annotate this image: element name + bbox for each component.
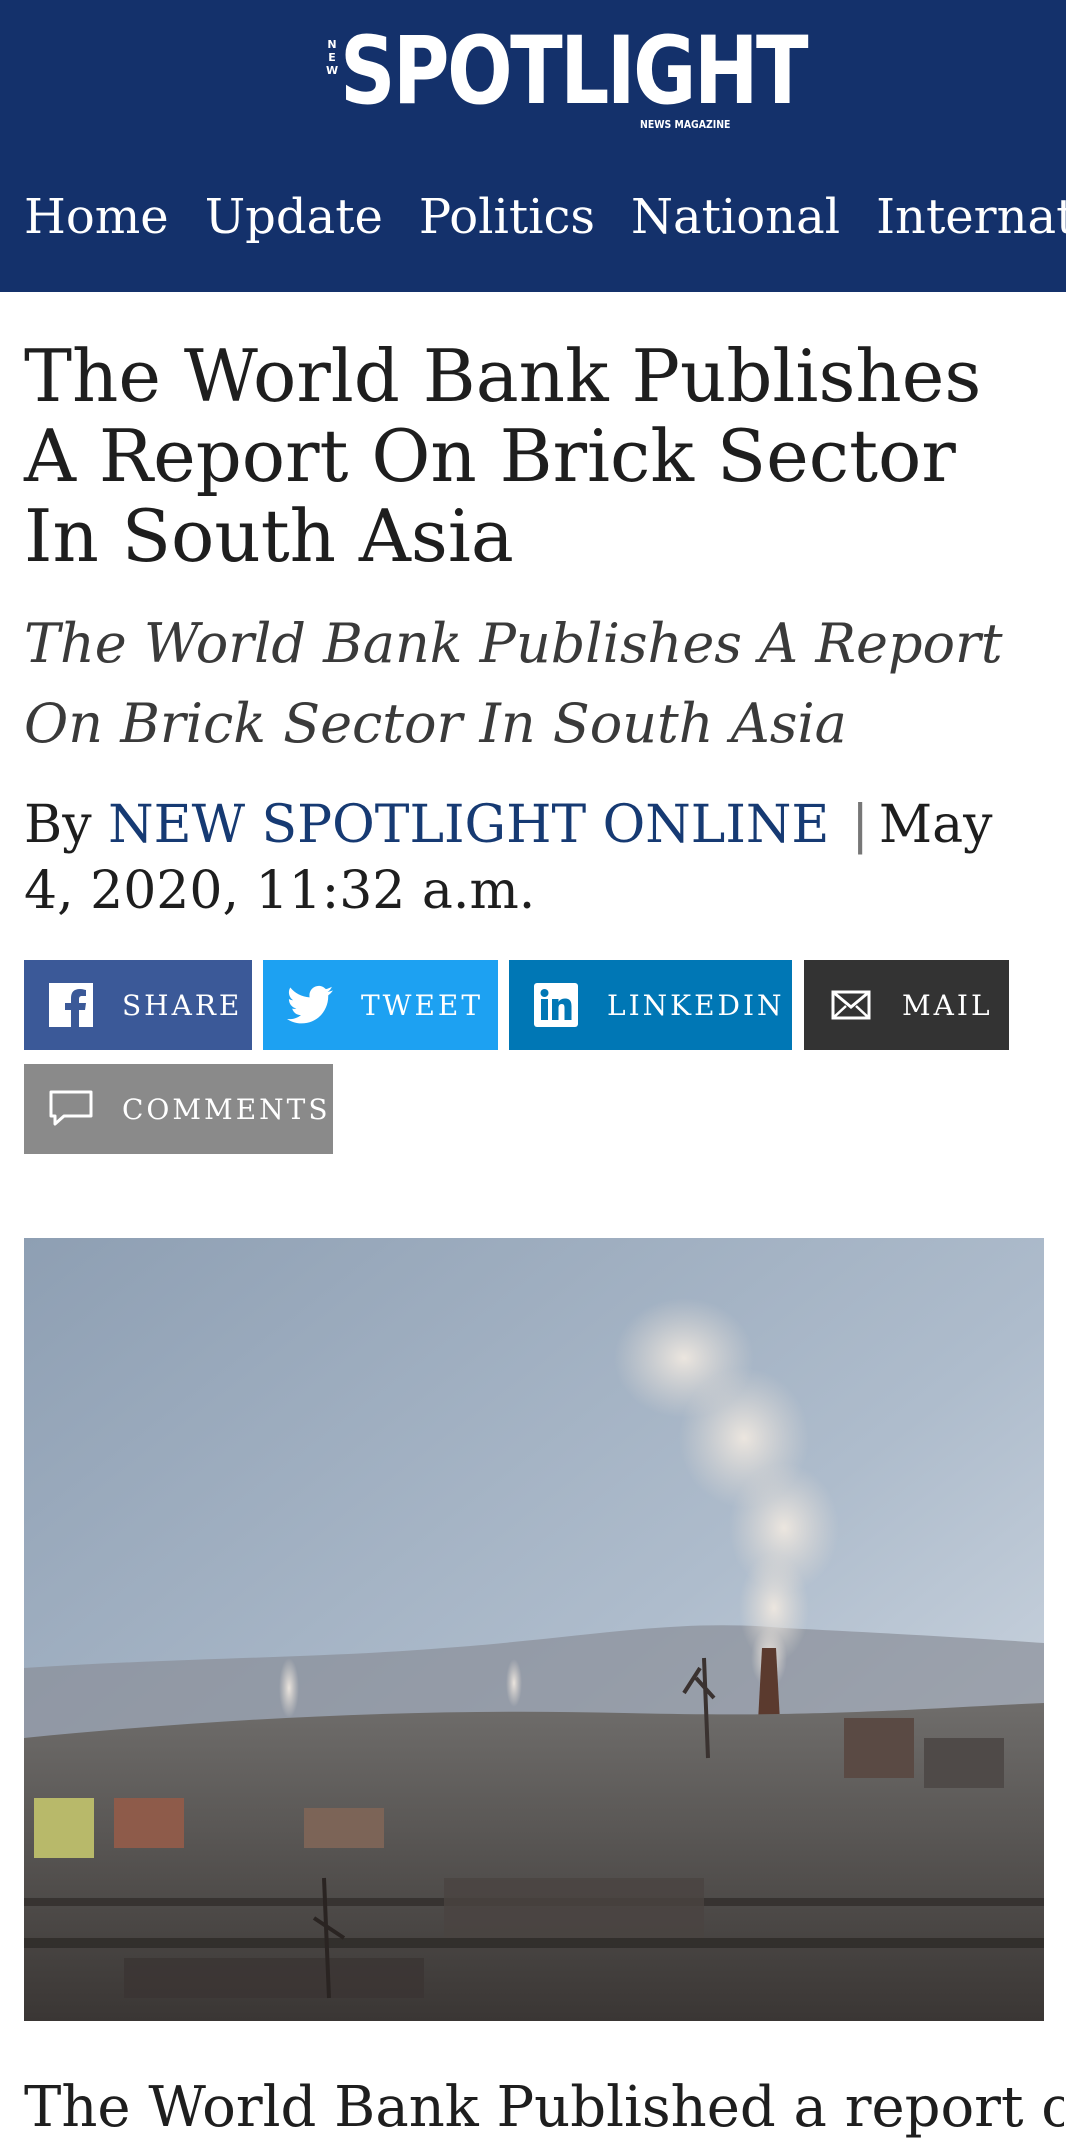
- nav-item-national[interactable]: National: [631, 182, 840, 252]
- comments-label: COMMENTS: [122, 1092, 331, 1126]
- comments-button[interactable]: COMMENTS: [24, 1064, 333, 1154]
- author-link[interactable]: NEW SPOTLIGHT ONLINE: [108, 795, 829, 855]
- facebook-icon: [48, 982, 94, 1028]
- linkedin-icon: [533, 982, 579, 1028]
- tweet-label: TWEET: [361, 988, 484, 1022]
- logo-tagline: NEWS MAGAZINE: [640, 118, 731, 131]
- nav-item-update[interactable]: Update: [205, 182, 383, 252]
- article-byline: By NEW SPOTLIGHT ONLINE | May 4, 2020, 11:…: [24, 792, 1044, 924]
- nav-item-international[interactable]: International: [876, 182, 1066, 252]
- mail-icon: [828, 982, 874, 1028]
- article-headline: The World Bank Publishes A Report On Bri…: [24, 334, 982, 578]
- site-logo[interactable]: NEW SPOTLIGHT NEWS MAGAZINE: [326, 22, 809, 140]
- nav-item-politics[interactable]: Politics: [419, 182, 595, 252]
- facebook-share-button[interactable]: SHARE: [24, 960, 252, 1050]
- share-label: SHARE: [122, 988, 243, 1022]
- nav-item-home[interactable]: Home: [24, 182, 169, 252]
- article-subheadline: The World Bank Publishes A Report On Bri…: [24, 612, 1003, 755]
- mail-label: MAIL: [902, 988, 993, 1022]
- site-header: NEW SPOTLIGHT NEWS MAGAZINE Home Update Po…: [0, 0, 1066, 292]
- tweet-button[interactable]: TWEET: [263, 960, 498, 1050]
- logo-new-text: NEW: [326, 38, 339, 77]
- mail-share-button[interactable]: MAIL: [804, 960, 1009, 1050]
- article-photo: [24, 1238, 1044, 2021]
- comment-icon: [48, 1086, 94, 1132]
- by-label: By: [24, 795, 92, 855]
- main-nav: Home Update Politics National International: [24, 182, 1066, 252]
- byline-separator: |: [851, 795, 869, 855]
- logo-wordmark: SPOTLIGHT: [340, 17, 809, 126]
- article-body-first-line: The World Bank Published a report on: [24, 2075, 1064, 2140]
- linkedin-label: LINKEDIN: [607, 988, 785, 1022]
- twitter-icon: [287, 982, 333, 1028]
- linkedin-share-button[interactable]: LINKEDIN: [509, 960, 792, 1050]
